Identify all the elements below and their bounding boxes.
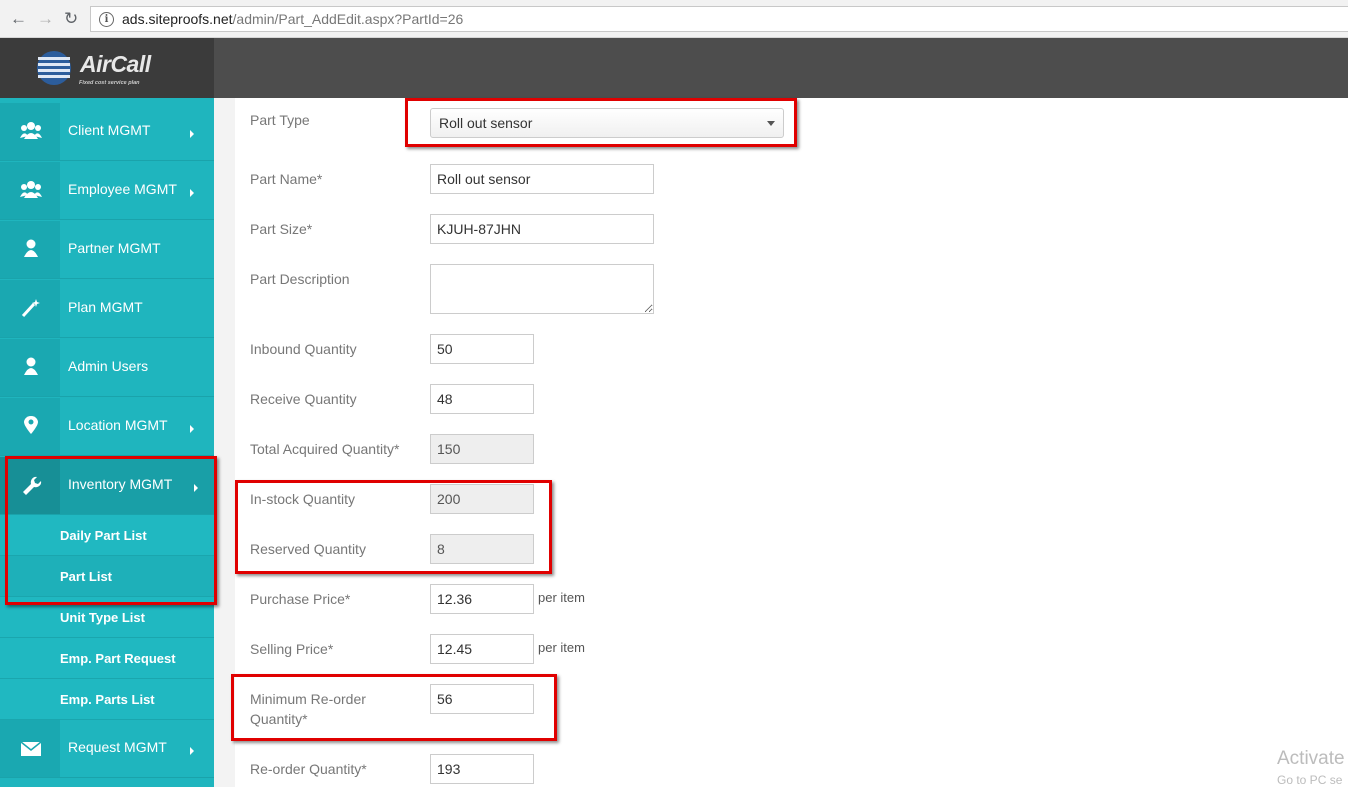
in-stock-quantity-input: 200 — [430, 484, 534, 514]
part-type-selected-value: Roll out sensor — [439, 115, 533, 131]
sidebar-subitem-label: Emp. Part Request — [60, 651, 176, 666]
sidebar-item-label: Location MGMT — [68, 417, 168, 433]
sidebar-item-inventory-mgmt[interactable]: Inventory MGMT — [0, 457, 214, 515]
sidebar-item-label: Admin Users — [68, 358, 149, 374]
sidebar-subitem-emp-part-request[interactable]: Emp. Part Request — [0, 638, 214, 679]
sidebar-item-admin-users[interactable]: Admin Users — [0, 339, 214, 397]
inbound-quantity-input[interactable]: 50 — [430, 334, 534, 364]
sidebar-item-plan-mgmt[interactable]: Plan MGMT — [0, 280, 214, 338]
reorder-quantity-label: Re-order Quantity* — [250, 761, 367, 777]
minimum-reorder-label-line1: Minimum Re-order — [250, 691, 366, 707]
activation-watermark: Activate — [1277, 748, 1345, 769]
caret-right-icon — [190, 747, 194, 755]
sidebar-subitem-label: Daily Part List — [60, 528, 147, 543]
receive-quantity-label: Receive Quantity — [250, 391, 357, 407]
brand-name: AirCall — [80, 51, 151, 77]
back-arrow-icon[interactable]: ← — [10, 9, 27, 29]
selling-price-label: Selling Price* — [250, 641, 334, 657]
sidebar-subitem-unit-type-list[interactable]: Unit Type List — [0, 597, 214, 638]
sidebar-subitem-label: Part List — [60, 569, 113, 584]
part-type-label: Part Type — [250, 112, 310, 128]
in-stock-quantity-label: In-stock Quantity — [250, 491, 356, 507]
caret-right-icon — [190, 189, 194, 197]
total-acquired-quantity-label: Total Acquired Quantity* — [250, 441, 400, 457]
sidebar-subitem-label: Unit Type List — [60, 610, 145, 625]
part-size-input[interactable]: KJUH-87JHN — [430, 214, 654, 244]
logo-area[interactable]: AirCall Fixed cost service plan — [0, 38, 214, 98]
sidebar-item-label: Request MGMT — [68, 739, 167, 755]
minimum-reorder-quantity-label: Minimum Re-order Quantity* — [250, 689, 366, 729]
sidebar-subitem-emp-parts-list[interactable]: Emp. Parts List — [0, 679, 214, 720]
map-marker-icon — [0, 398, 60, 455]
receive-quantity-input[interactable]: 48 — [430, 384, 534, 414]
top-header-bar — [214, 38, 1348, 98]
user-icon — [0, 221, 60, 278]
part-description-label: Part Description — [250, 271, 350, 287]
aircall-logo-icon — [37, 51, 71, 85]
part-description-textarea[interactable] — [430, 264, 654, 314]
sidebar-item-label: Plan MGMT — [68, 299, 143, 315]
sidebar-item-employee-mgmt[interactable]: Employee MGMT — [0, 162, 214, 220]
minimum-reorder-label-line2: Quantity* — [250, 711, 308, 727]
envelope-icon — [0, 720, 60, 777]
sidebar-subitem-part-list[interactable]: Part List — [0, 556, 214, 597]
part-name-input[interactable]: Roll out sensor — [430, 164, 654, 194]
sidebar-item-label: Employee MGMT — [68, 181, 177, 197]
sidebar-item-partner-mgmt[interactable]: Partner MGMT — [0, 221, 214, 279]
reserved-quantity-input: 8 — [430, 534, 534, 564]
caret-right-icon — [194, 484, 198, 492]
total-acquired-quantity-input: 150 — [430, 434, 534, 464]
sidebar-subitem-label: Emp. Parts List — [60, 692, 155, 707]
wrench-icon — [0, 457, 60, 514]
sidebar-item-request-mgmt[interactable]: Request MGMT — [0, 720, 214, 778]
minimum-reorder-quantity-input[interactable]: 56 — [430, 684, 534, 714]
part-edit-form: Part Type Roll out sensor Part Name* Rol… — [214, 98, 1348, 787]
part-name-label: Part Name* — [250, 171, 323, 187]
sidebar-item-label: Client MGMT — [68, 122, 151, 138]
url-text: ads.siteproofs.net/admin/Part_AddEdit.as… — [122, 11, 464, 27]
reserved-quantity-label: Reserved Quantity — [250, 541, 366, 557]
purchase-price-input[interactable]: 12.36 — [430, 584, 534, 614]
sidebar: Client MGMT Employee MGMT Partner MGMT P… — [0, 98, 214, 787]
users-icon — [0, 162, 60, 219]
chevron-down-icon — [767, 121, 775, 126]
sidebar-item-label: Partner MGMT — [68, 240, 161, 256]
sidebar-subitem-daily-part-list[interactable]: Daily Part List — [0, 515, 214, 556]
purchase-price-suffix: per item — [538, 590, 585, 605]
inbound-quantity-label: Inbound Quantity — [250, 341, 357, 357]
part-size-label: Part Size* — [250, 221, 313, 237]
selling-price-input[interactable]: 12.45 — [430, 634, 534, 664]
reorder-quantity-input[interactable]: 193 — [430, 754, 534, 784]
part-type-select[interactable]: Roll out sensor — [430, 108, 784, 138]
purchase-price-label: Purchase Price* — [250, 591, 351, 607]
sidebar-item-label: Inventory MGMT — [68, 476, 173, 492]
address-bar[interactable]: i ads.siteproofs.net/admin/Part_AddEdit.… — [90, 6, 1348, 32]
forward-arrow-icon[interactable]: → — [37, 9, 54, 29]
brand-tagline: Fixed cost service plan — [79, 80, 140, 86]
info-icon[interactable]: i — [99, 12, 114, 27]
browser-toolbar: ← → ↻ i ads.siteproofs.net/admin/Part_Ad… — [0, 0, 1348, 38]
content-gutter — [214, 98, 235, 787]
selling-price-suffix: per item — [538, 640, 585, 655]
users-icon — [0, 103, 60, 160]
user-icon — [0, 339, 60, 396]
activation-watermark-sub: Go to PC se — [1277, 773, 1343, 787]
magic-wand-icon — [0, 280, 60, 337]
caret-right-icon — [190, 130, 194, 138]
sidebar-item-client-mgmt[interactable]: Client MGMT — [0, 103, 214, 161]
reload-icon[interactable]: ↻ — [64, 9, 78, 29]
sidebar-item-location-mgmt[interactable]: Location MGMT — [0, 398, 214, 456]
caret-right-icon — [190, 425, 194, 433]
